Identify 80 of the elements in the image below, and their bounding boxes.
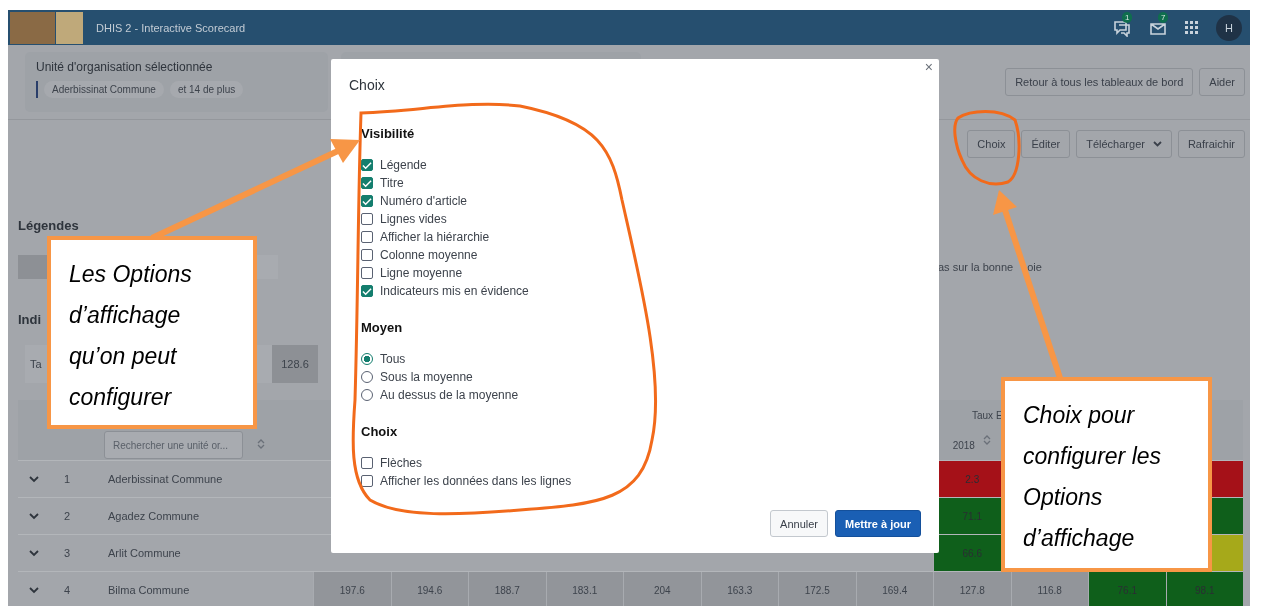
table-cell: 169.4 — [855, 572, 933, 606]
option-label: Numéro d'article — [380, 194, 467, 208]
row-number: 3 — [64, 547, 72, 559]
option-label: Au dessus de la moyenne — [380, 388, 519, 402]
table-cell: 127.8 — [933, 572, 1011, 606]
column-header[interactable]: 2018 — [952, 439, 975, 451]
option-label: Indicateurs mis en évidence — [380, 284, 529, 298]
table-cell: 172.5 — [778, 572, 856, 606]
checkbox[interactable] — [361, 177, 373, 189]
option-label: Colonne moyenne — [380, 248, 478, 262]
org-unit-name: Agadez Commune — [108, 510, 200, 522]
checkbox[interactable] — [361, 475, 373, 487]
callout-text: Choix pour configurer les Options d’affichage — [1001, 377, 1212, 572]
chat-icon[interactable] — [1113, 18, 1131, 37]
count-badge: 1 — [1122, 11, 1133, 23]
toolbar-button[interactable]: Rafraichir — [1177, 130, 1245, 158]
apps-grid-icon[interactable] — [1185, 21, 1198, 34]
option-label: Lignes vides — [380, 212, 447, 226]
dialog-title: Choix — [349, 77, 386, 93]
row-number: 2 — [64, 510, 72, 522]
user-avatar[interactable]: H — [1216, 14, 1242, 41]
table-cell: 183.1 — [545, 572, 623, 606]
toolbar-button[interactable]: Éditer — [1021, 130, 1071, 158]
option-label: Afficher la hiérarchie — [380, 230, 490, 244]
org-unit-name: Arlit Commune — [108, 547, 181, 559]
checkbox[interactable] — [361, 213, 373, 225]
org-unit-label: Unité d'organisation sélectionnée — [36, 60, 214, 74]
logo-photo — [10, 11, 55, 44]
header-button[interactable]: Retour à tous les tableaux de bord — [1005, 68, 1194, 96]
app-title: DHIS 2 - Interactive Scorecard — [96, 21, 246, 34]
count-badge: 7 — [1158, 11, 1169, 23]
checkbox[interactable] — [361, 231, 373, 243]
row-number: 1 — [64, 473, 72, 485]
radio-button[interactable] — [361, 353, 373, 365]
table-cell: 204 — [623, 572, 701, 606]
checkbox[interactable] — [361, 457, 373, 469]
header-button[interactable]: Aider — [1199, 68, 1245, 96]
option-label: Afficher les données dans les lignes — [380, 474, 572, 488]
row-number: 4 — [64, 584, 72, 596]
indicator-name: Ta — [30, 358, 42, 370]
org-unit-name: Aderbissinat Commune — [108, 473, 223, 485]
org-unit-chip: Aderbissinat Commune — [44, 81, 164, 98]
option-label: Flèches — [380, 456, 423, 470]
cancel-button[interactable]: Annuler — [770, 510, 828, 537]
section-title: Indi — [18, 312, 42, 327]
legend-caption: as sur la bonne — [938, 261, 1014, 273]
legend-caption: oie — [1027, 261, 1042, 273]
checkbox[interactable] — [361, 285, 373, 297]
table-cell: 188.7 — [468, 572, 546, 606]
org-unit-name: Bilma Commune — [108, 584, 190, 596]
chevron-down-icon[interactable] — [29, 512, 39, 520]
toolbar-button[interactable]: Télécharger — [1076, 130, 1172, 158]
table-cell: 163.3 — [700, 572, 778, 606]
checkbox[interactable] — [361, 267, 373, 279]
chevron-down-icon[interactable] — [29, 475, 39, 483]
table-cell: 197.6 — [313, 572, 391, 606]
emblem-logo — [56, 11, 83, 44]
search-field[interactable]: Rechercher une unité or... — [104, 431, 243, 459]
indicator-value: 128.6 — [272, 345, 318, 383]
table-cell: 116.8 — [1010, 572, 1088, 606]
option-label: Sous la moyenne — [380, 370, 473, 384]
option-label: Titre — [380, 176, 404, 190]
checkbox[interactable] — [361, 195, 373, 207]
section-title: Moyen — [361, 320, 404, 335]
org-unit-card[interactable]: Unité d'organisation sélectionnée Aderbissinat Commune et 14 de plus — [25, 52, 328, 112]
option-label: Légende — [380, 158, 427, 172]
chevron-down-icon[interactable] — [29, 549, 39, 557]
table-cell: 194.6 — [390, 572, 468, 606]
callout-text: Les Options d’affichage qu’on peut configurer — [47, 236, 257, 429]
close-button[interactable]: × — [924, 59, 933, 75]
toolbar-button[interactable]: Choix — [967, 130, 1016, 158]
section-title: Légendes — [18, 218, 79, 233]
update-button[interactable]: Mettre à jour — [835, 510, 921, 537]
checkbox[interactable] — [361, 159, 373, 171]
org-unit-chip: et 14 de plus — [169, 81, 244, 98]
checkbox[interactable] — [361, 249, 373, 261]
option-label: Ligne moyenne — [380, 266, 463, 280]
chevron-down-icon[interactable] — [29, 586, 39, 594]
option-label: Tous — [380, 352, 406, 366]
section-title: Choix — [361, 424, 399, 439]
